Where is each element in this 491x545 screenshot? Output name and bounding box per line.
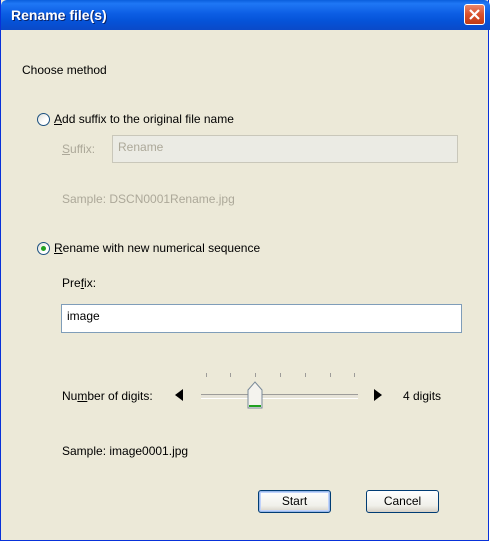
digits-slider-track[interactable] [201,394,358,399]
digits-label: Number of digits: [62,389,153,403]
close-button[interactable] [464,4,485,25]
slider-tick [230,373,231,377]
slider-left-arrow-icon[interactable] [174,389,184,401]
cancel-button[interactable]: Cancel [366,490,439,513]
suffix-label: Suffix: [62,142,96,156]
sequence-sample: Sample: image0001.jpg [62,444,189,458]
slider-tick [354,373,355,377]
digits-value: 4 digits [403,389,442,403]
window-title: Rename file(s) [11,7,107,23]
radio-numerical-sequence[interactable] [37,242,50,255]
rename-dialog: Rename file(s) Choose method Add suffix … [0,0,490,541]
slider-tick [206,373,207,377]
slider-tick [305,373,306,377]
slider-tick [280,373,281,377]
close-icon [469,9,480,20]
slider-right-arrow-icon[interactable] [373,389,383,401]
prefix-input[interactable]: image [61,304,462,333]
suffix-input[interactable]: Rename [112,135,458,163]
start-button[interactable]: Start [258,490,331,513]
radio-numerical-sequence-label[interactable]: Rename with new numerical sequence [54,241,260,255]
radio-selected-dot [41,246,46,251]
radio-add-suffix-label[interactable]: Add suffix to the original file name [54,112,234,126]
slider-tick [255,373,256,377]
choose-method-label: Choose method [22,63,107,77]
radio-add-suffix[interactable] [37,113,50,126]
slider-tick [330,373,331,377]
digits-slider-thumb[interactable] [247,381,263,409]
prefix-label: Prefix: [62,276,97,290]
suffix-sample: Sample: DSCN0001Rename.jpg [62,192,235,206]
title-bar[interactable]: Rename file(s) [1,0,490,30]
